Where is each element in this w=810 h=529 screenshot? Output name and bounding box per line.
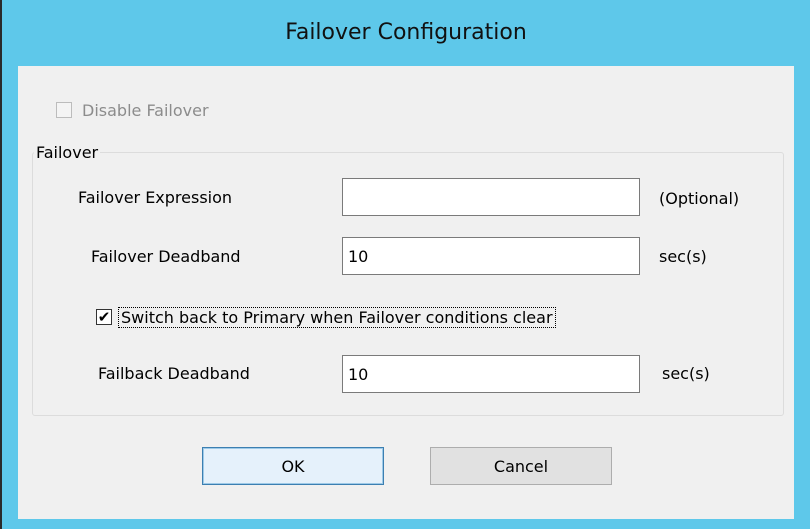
failover-deadband-field[interactable] — [342, 237, 640, 275]
failover-deadband-label: Failover Deadband — [91, 247, 241, 266]
switch-back-label[interactable]: Switch back to Primary when Failover con… — [118, 307, 556, 328]
failover-deadband-unit: sec(s) — [659, 247, 707, 266]
window-edge — [0, 0, 2, 529]
dialog-title: Failover Configuration — [285, 20, 527, 45]
dialog-client: Disable Failover Failover Failover Expre… — [18, 66, 794, 519]
failover-expression-label: Failover Expression — [78, 188, 233, 207]
checkmark-icon: ✔ — [97, 308, 111, 326]
disable-failover-label: Disable Failover — [82, 101, 209, 120]
failback-deadband-unit: sec(s) — [662, 364, 710, 383]
failover-group-title: Failover — [34, 143, 101, 162]
dialog-window: Failover Configuration Disable Failover … — [0, 0, 810, 529]
failback-deadband-field[interactable] — [342, 355, 640, 393]
title-bar[interactable]: Failover Configuration — [2, 0, 810, 65]
optional-hint: (Optional) — [659, 189, 740, 208]
switch-back-checkbox[interactable]: ✔ — [96, 309, 112, 325]
ok-button[interactable]: OK — [202, 447, 384, 485]
cancel-button[interactable]: Cancel — [430, 447, 612, 485]
disable-failover-checkbox[interactable] — [56, 102, 72, 118]
failover-expression-field[interactable] — [342, 178, 640, 216]
failback-deadband-label: Failback Deadband — [98, 364, 250, 383]
